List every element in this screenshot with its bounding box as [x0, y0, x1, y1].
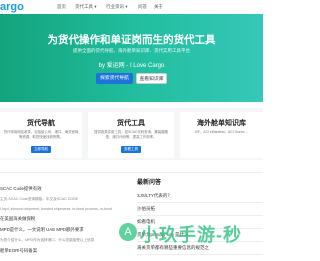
qa-item[interactable]: 沙伯员拓: [137, 203, 263, 216]
list-item[interactable]: SCAC Code提供有效: [0, 186, 125, 192]
qa-item[interactable]: 3JS/LTY代表的？: [137, 190, 263, 203]
hero-banner: 为货代操作和单证岗而生的货代工具 提供全面的货代导航、海外舱单知识库、货代实用工…: [0, 14, 263, 102]
list-item[interactable]: MPD是什么，一文说明 UAE MPD额外要求: [0, 227, 125, 233]
nav-tools[interactable]: 货代工具 ▾: [75, 2, 97, 12]
card-tools-button[interactable]: 查看工具: [121, 146, 141, 153]
card-nav-button[interactable]: 立即导航: [31, 146, 51, 153]
card-tools[interactable]: 货代工具 提供各类实用工具，如SCAC代码查询、集装箱箱型、港口代码等，提高工作…: [88, 112, 174, 158]
hero-byline: by 爱运网 - I Love Cargo: [98, 63, 165, 69]
watermark-text: 小玖手游-秒: [140, 225, 242, 245]
card-title: 海外舱单知识库: [197, 120, 246, 127]
card-nav[interactable]: 货代导航 货代常用网站收录，包括船公司、港口、海关官网等资源，助您快速找到所需。…: [0, 112, 82, 158]
list-item[interactable]: 在美国海关做保税: [0, 216, 125, 222]
card-title: 货代工具: [117, 120, 145, 127]
list-item: 为您介绍什么，MPD作为迪拜港口，什么您能接受以上信息: [0, 238, 95, 242]
site-logo[interactable]: argo: [0, 0, 24, 14]
nav-about[interactable]: 关于: [154, 2, 163, 12]
feature-cards: 货代导航 货代常用网站收录，包括船公司、港口、海关官网等资源，助您快速找到所需。…: [0, 108, 263, 160]
card-desc: ISF，ACI eManifest，ACI Ocean ...: [194, 130, 249, 134]
hero-title: 为货代操作和单证岗而生的货代工具: [47, 34, 216, 46]
top-navbar: argo 首页 货代工具 ▾ 行业资讯 ▾ 问答 关于: [0, 0, 263, 15]
card-kb[interactable]: 海外舱单知识库 ISF，ACI eManifest，ACI Ocean ...: [180, 112, 263, 158]
nav-home[interactable]: 首页: [57, 2, 66, 12]
list-item: 主页-SCAC Code查询模板。中文及SCAC CODE: [0, 197, 79, 201]
nav-qa[interactable]: 问答: [138, 2, 147, 12]
left-article-list: SCAC Code提供有效 主页-SCAC Code查询模板。中文及SCAC C…: [0, 186, 125, 259]
list-item: Lloyd, inbound shipment, bonded shipment…: [0, 207, 112, 211]
latest-qa-title: 最新问答: [137, 180, 162, 186]
explore-nav-button[interactable]: 探索货代导航: [96, 73, 133, 84]
card-desc: 提供各类实用工具，如SCAC代码查询、集装箱箱型、港口代码等，提高工作效率。: [94, 130, 168, 139]
card-desc: 货代常用网站收录，包括船公司、港口、海关官网等资源，助您快速找到所需。: [3, 130, 79, 139]
section-divider: [0, 172, 263, 173]
view-kb-button[interactable]: 查看知识库: [136, 73, 167, 84]
hero-subtitle: 提供全面的货代导航、海外舱单知识库、货代实用工具平台: [73, 48, 190, 53]
card-title: 货代导航: [27, 120, 55, 127]
nav-news[interactable]: 行业资讯 ▾: [106, 2, 128, 12]
watermark-badge-icon: A: [119, 223, 137, 241]
list-item[interactable]: 舱单EORI号码备案: [0, 248, 125, 254]
